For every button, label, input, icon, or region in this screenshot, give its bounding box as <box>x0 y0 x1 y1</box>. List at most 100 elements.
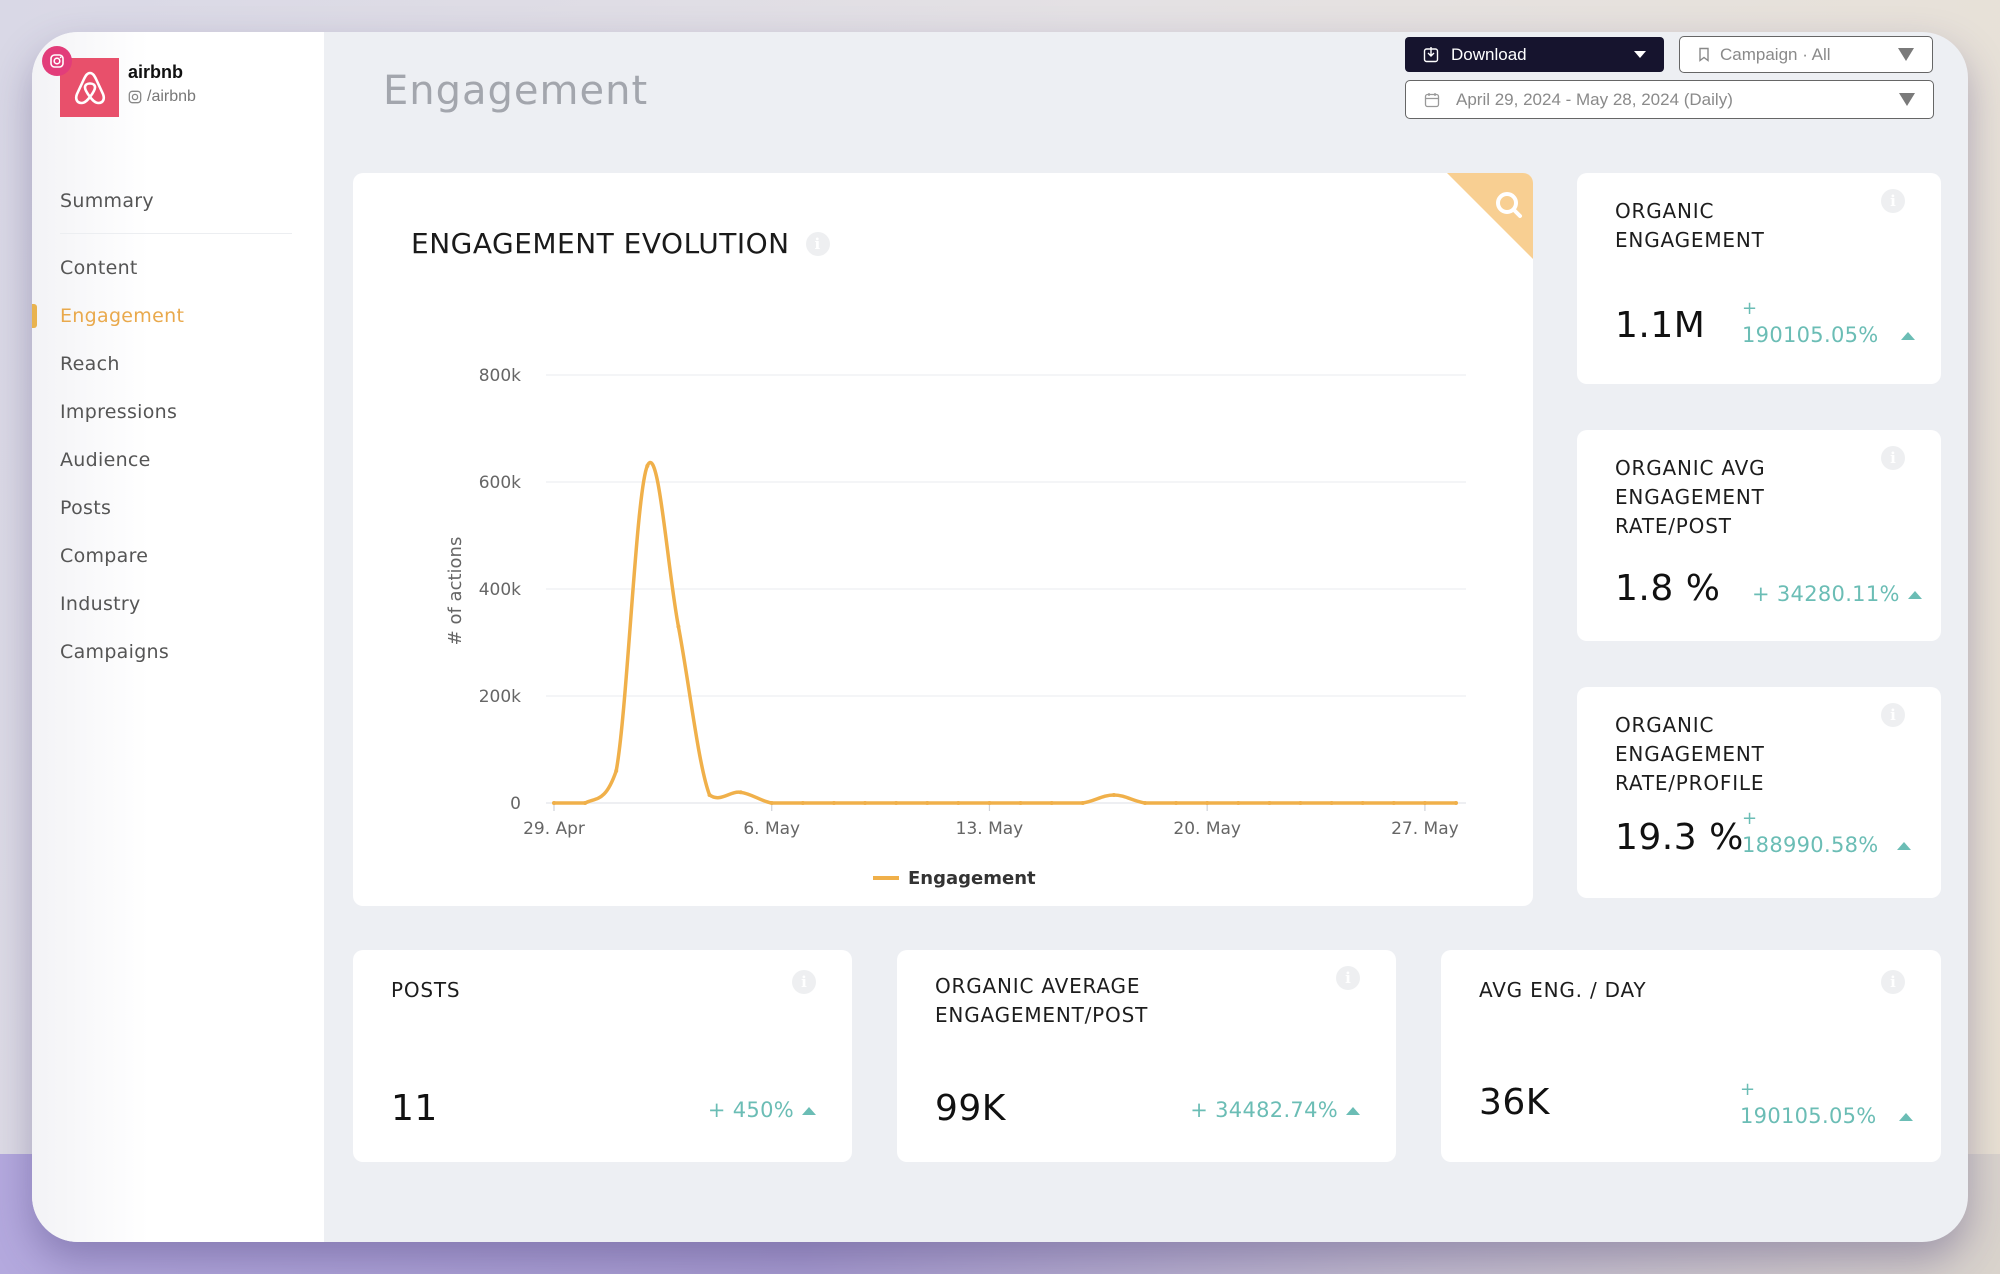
kpi-delta-value: 450% <box>732 1098 794 1122</box>
chevron-down-icon <box>1899 93 1915 106</box>
instagram-icon <box>128 90 142 104</box>
account-handle-text: /airbnb <box>147 88 196 105</box>
sidebar-item-campaigns[interactable]: Campaigns <box>60 628 300 676</box>
data-point[interactable] <box>800 801 805 805</box>
sidebar-item-posts[interactable]: Posts <box>60 484 300 532</box>
sidebar-item-summary[interactable]: Summary <box>60 177 300 225</box>
sidebar-item-engagement[interactable]: Engagement <box>32 292 300 340</box>
kpi-delta: + 450% <box>708 1094 816 1127</box>
kpi-title-line: ORGANIC <box>1615 713 1715 737</box>
data-point[interactable] <box>925 801 930 805</box>
data-point[interactable] <box>1205 801 1210 805</box>
data-point[interactable] <box>956 801 961 805</box>
campaign-select[interactable]: Campaign · All <box>1679 36 1933 73</box>
info-icon[interactable]: i <box>792 970 816 994</box>
data-point[interactable] <box>1018 801 1023 805</box>
date-range-select[interactable]: April 29, 2024 - May 28, 2024 (Daily) <box>1405 80 1934 119</box>
download-label: Download <box>1451 44 1527 64</box>
sidebar-item-reach[interactable]: Reach <box>60 340 300 388</box>
chart-legend[interactable]: Engagement <box>873 868 1036 889</box>
page-title: Engagement <box>383 68 649 114</box>
engagement-line-chart: 0 200k 400k 600k 800k 29. Apr 6. May 13. May 20… <box>445 366 1466 889</box>
kpi-title-line: ENGAGEMENT <box>1615 485 1765 509</box>
x-tick-label: 13. May <box>956 819 1024 839</box>
sidebar-item-audience[interactable]: Audience <box>60 436 300 484</box>
trend-up-icon <box>1900 332 1915 340</box>
kpi-delta: + 34280.11% <box>1752 578 1922 611</box>
data-point[interactable] <box>552 801 556 805</box>
data-point[interactable] <box>583 801 588 805</box>
y-tick-label: 800k <box>479 366 521 386</box>
data-point[interactable] <box>894 801 899 805</box>
account-header[interactable]: airbnb /airbnb <box>42 46 320 128</box>
sidebar-item-impressions[interactable]: Impressions <box>60 388 300 436</box>
legend-label-engagement: Engagement <box>908 868 1036 889</box>
kpi-delta-sign: + <box>1742 808 1758 829</box>
sidebar-item-compare[interactable]: Compare <box>60 532 300 580</box>
date-range-value: April 29, 2024 - May 28, 2024 (Daily) <box>1456 89 1733 109</box>
data-point[interactable] <box>1454 801 1458 805</box>
y-tick-label: 600k <box>479 473 521 493</box>
sidebar-item-content[interactable]: Content <box>60 244 300 292</box>
kpi-title-line: ENGAGEMENT <box>1615 228 1765 252</box>
data-point[interactable] <box>987 801 992 805</box>
kpi-title: POSTS <box>391 976 460 1005</box>
chevron-down-icon <box>1898 48 1914 61</box>
x-tick-label: 29. Apr <box>523 819 585 839</box>
x-tick-label: 20. May <box>1173 819 1241 839</box>
data-point[interactable] <box>831 801 836 805</box>
kpi-value: 1.8 % <box>1615 568 1721 609</box>
kpi-delta: + 188990.58% <box>1742 809 1911 862</box>
data-point[interactable] <box>1049 801 1054 805</box>
kpi-delta-sign: + <box>1752 582 1770 606</box>
data-point[interactable] <box>676 624 681 629</box>
trend-up-icon <box>1896 842 1911 850</box>
kpi-delta-sign: + <box>1740 1079 1756 1100</box>
kpi-delta-value: 190105.05% <box>1742 323 1879 347</box>
data-point[interactable] <box>738 790 743 795</box>
kpi-delta: + 190105.05% <box>1740 1080 1913 1133</box>
data-point[interactable] <box>1422 801 1427 805</box>
sidebar-item-industry[interactable]: Industry <box>60 580 300 628</box>
data-point[interactable] <box>707 792 712 797</box>
trend-up-icon <box>802 1107 816 1115</box>
kpi-delta-value: 188990.58% <box>1742 833 1879 857</box>
data-point[interactable] <box>1111 792 1116 797</box>
kpi-title-line: RATE/PROFILE <box>1615 771 1765 795</box>
kpi-value: 11 <box>391 1088 438 1129</box>
info-icon[interactable]: i <box>1336 966 1360 990</box>
sidebar-nav: Summary Content Engagement Reach Impress… <box>32 177 300 676</box>
data-point[interactable] <box>1142 801 1147 805</box>
data-point[interactable] <box>1080 801 1085 805</box>
data-point[interactable] <box>1236 801 1241 805</box>
kpi-value: 99K <box>935 1088 1006 1129</box>
data-point[interactable] <box>1360 801 1365 805</box>
x-tick-label: 27. May <box>1391 819 1459 839</box>
bookmark-icon <box>1699 47 1709 62</box>
account-handle: /airbnb <box>128 88 196 106</box>
info-icon[interactable]: i <box>1881 970 1905 994</box>
info-icon[interactable]: i <box>1881 703 1905 727</box>
trend-up-icon <box>1346 1107 1360 1115</box>
kpi-delta: + 34482.74% <box>1190 1094 1360 1127</box>
data-point[interactable] <box>1391 801 1396 805</box>
y-tick-label: 0 <box>510 794 521 814</box>
info-icon[interactable]: i <box>1881 189 1905 213</box>
kpi-title: ORGANIC AVERAGE ENGAGEMENT/POST <box>935 972 1148 1030</box>
data-point[interactable] <box>1298 801 1303 805</box>
data-point[interactable] <box>769 801 774 805</box>
kpi-card-organic-engagement-rate-profile: ORGANIC ENGAGEMENT RATE/PROFILE i 19.3 %… <box>1577 687 1941 898</box>
info-icon[interactable]: i <box>1881 446 1905 470</box>
data-point[interactable] <box>1267 801 1272 805</box>
data-point[interactable] <box>1174 801 1179 805</box>
data-point[interactable] <box>1329 801 1334 805</box>
data-point[interactable] <box>645 463 650 468</box>
download-button[interactable]: Download <box>1405 37 1664 72</box>
data-point[interactable] <box>614 768 619 773</box>
kpi-title: AVG ENG. / DAY <box>1479 976 1646 1005</box>
kpi-title-line: RATE/POST <box>1615 514 1732 538</box>
series-line-engagement <box>552 460 1458 805</box>
calendar-icon <box>1424 92 1440 107</box>
data-point[interactable] <box>863 801 868 805</box>
airbnb-logo-icon <box>74 71 105 104</box>
